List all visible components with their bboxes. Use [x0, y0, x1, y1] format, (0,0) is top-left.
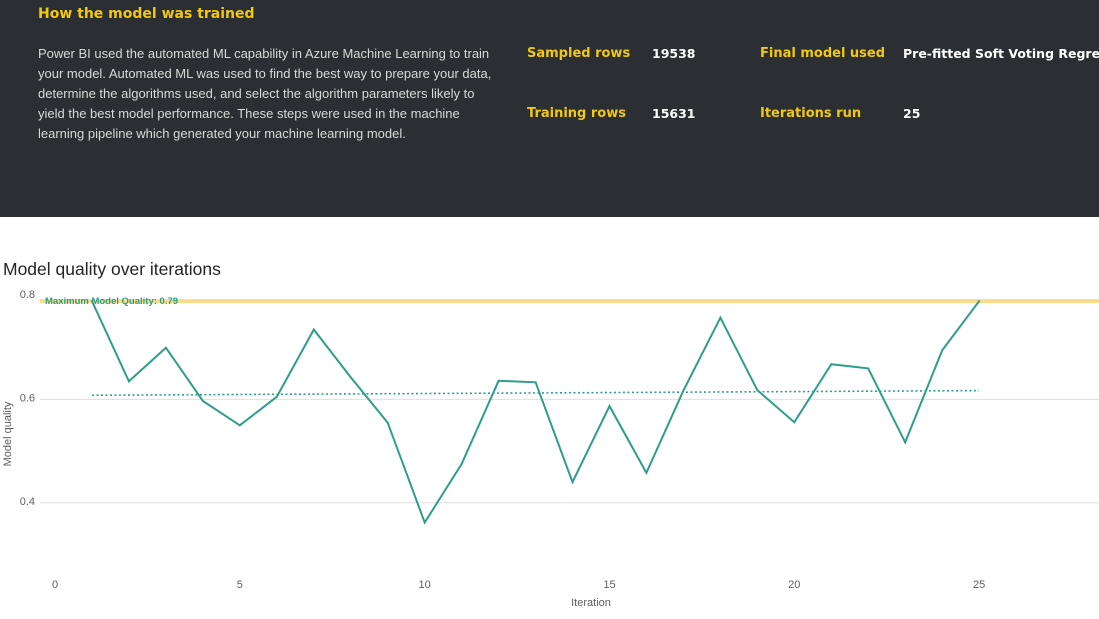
- x-tick-label: 15: [603, 579, 615, 591]
- data-point: [978, 300, 981, 303]
- data-point: [275, 395, 278, 398]
- data-point: [830, 363, 833, 366]
- y-tick-label: 0.6: [20, 392, 35, 404]
- data-point: [608, 405, 611, 408]
- data-point: [719, 316, 722, 319]
- data-point: [904, 441, 907, 444]
- data-point: [682, 389, 685, 392]
- data-point: [423, 521, 426, 524]
- data-point: [793, 421, 796, 424]
- x-axis-label: Iteration: [571, 597, 611, 609]
- data-point: [164, 346, 167, 349]
- model-quality-chart: 0.4 0.6 0.8 0 5 10 15 20 25 Iteration Model qualit…: [2, 289, 1099, 609]
- x-tick-label: 20: [788, 579, 800, 591]
- data-point: [497, 379, 500, 382]
- y-tick-label: 0.4: [20, 496, 35, 508]
- data-point: [386, 421, 389, 424]
- quality-series-line: [91, 300, 980, 525]
- trendline: [91, 389, 980, 397]
- max-quality-label: Maximum Model Quality: 0.79: [45, 296, 178, 307]
- data-point: [90, 300, 93, 303]
- data-point: [127, 380, 130, 383]
- data-point: [349, 376, 352, 379]
- x-tick-label: 25: [973, 579, 985, 591]
- x-tick-label: 0: [52, 579, 58, 591]
- data-point: [867, 367, 870, 370]
- data-point: [460, 463, 463, 466]
- data-point: [571, 481, 574, 484]
- data-point: [756, 389, 759, 392]
- data-point: [312, 328, 315, 331]
- data-point: [645, 471, 648, 474]
- y-tick-label: 0.8: [20, 289, 35, 301]
- data-point: [238, 424, 241, 427]
- data-point: [941, 349, 944, 352]
- x-tick-label: 10: [419, 579, 431, 591]
- x-tick-label: 5: [237, 579, 243, 591]
- data-point: [534, 381, 537, 384]
- y-axis-label: Model quality: [2, 401, 14, 466]
- data-point: [201, 399, 204, 402]
